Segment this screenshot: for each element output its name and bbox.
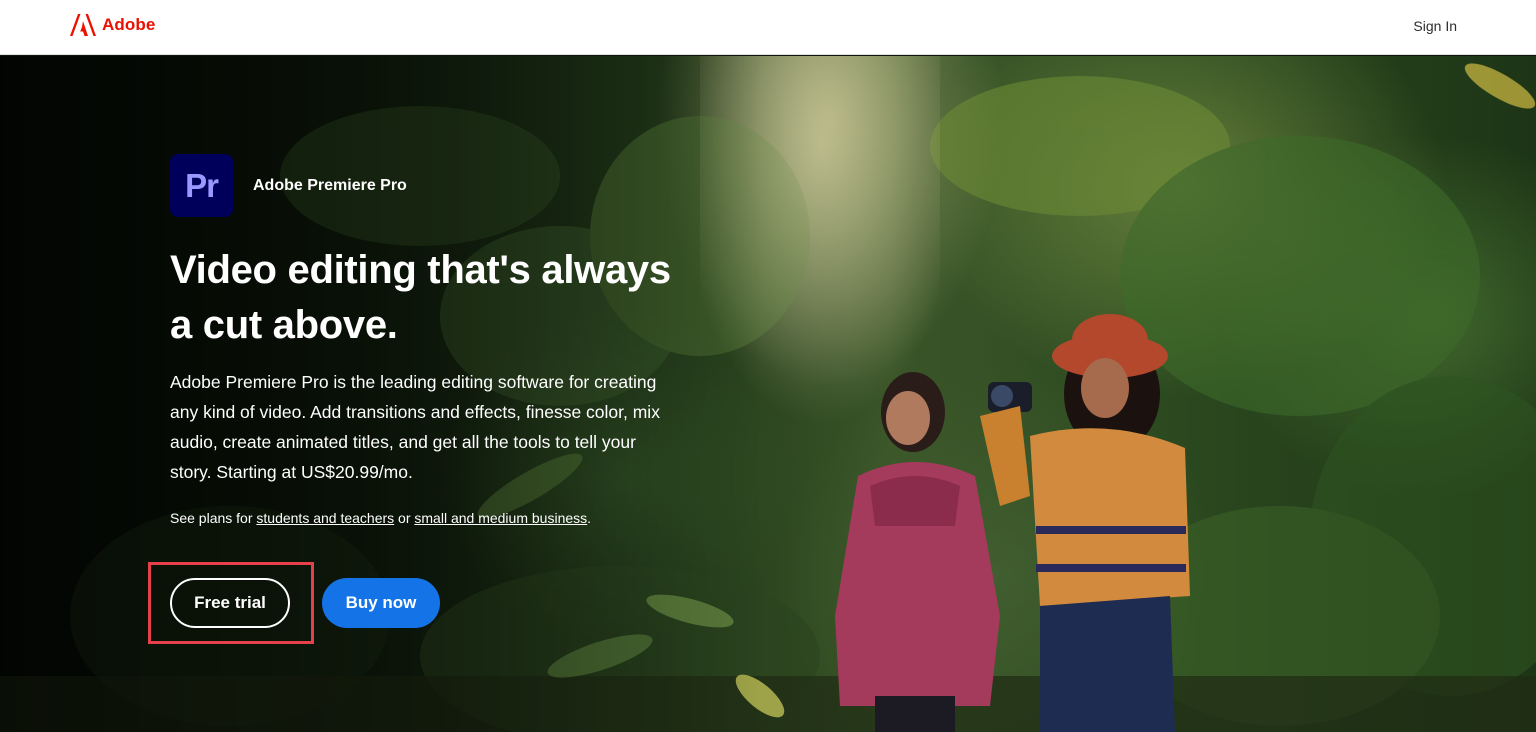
headline-line-2: a cut above. xyxy=(170,303,398,347)
product-identity: Pr Adobe Premiere Pro xyxy=(170,154,690,217)
top-navigation-bar: Adobe Sign In xyxy=(0,0,1536,55)
headline-line-1: Video editing that's always xyxy=(170,248,671,292)
call-to-action-group: Free trial Buy now xyxy=(170,578,440,628)
adobe-logo-icon xyxy=(70,14,96,36)
buy-now-button[interactable]: Buy now xyxy=(322,578,440,628)
hero-headline: Video editing that's always a cut above. xyxy=(170,243,690,353)
hero-banner: Pr Adobe Premiere Pro Video editing that… xyxy=(0,56,1536,732)
adobe-logo-link[interactable]: Adobe xyxy=(70,14,155,36)
premiere-pro-icon-text: Pr xyxy=(185,166,219,204)
product-name: Adobe Premiere Pro xyxy=(253,176,407,194)
product-description: Adobe Premiere Pro is the leading editin… xyxy=(170,372,660,482)
plans-links: See plans for students and teachers or s… xyxy=(170,510,690,526)
plans-prefix: See plans for xyxy=(170,510,257,526)
free-trial-button[interactable]: Free trial xyxy=(170,578,290,628)
hero-content: Pr Adobe Premiere Pro Video editing that… xyxy=(170,154,690,526)
premiere-pro-app-icon: Pr xyxy=(170,154,233,217)
brand-name: Adobe xyxy=(102,15,156,34)
plans-suffix: . xyxy=(587,510,592,526)
sign-in-link[interactable]: Sign In xyxy=(1413,18,1457,34)
students-teachers-link[interactable]: students and teachers xyxy=(256,510,394,526)
small-medium-business-link[interactable]: small and medium business xyxy=(414,510,587,526)
plans-middle: or xyxy=(394,510,415,526)
